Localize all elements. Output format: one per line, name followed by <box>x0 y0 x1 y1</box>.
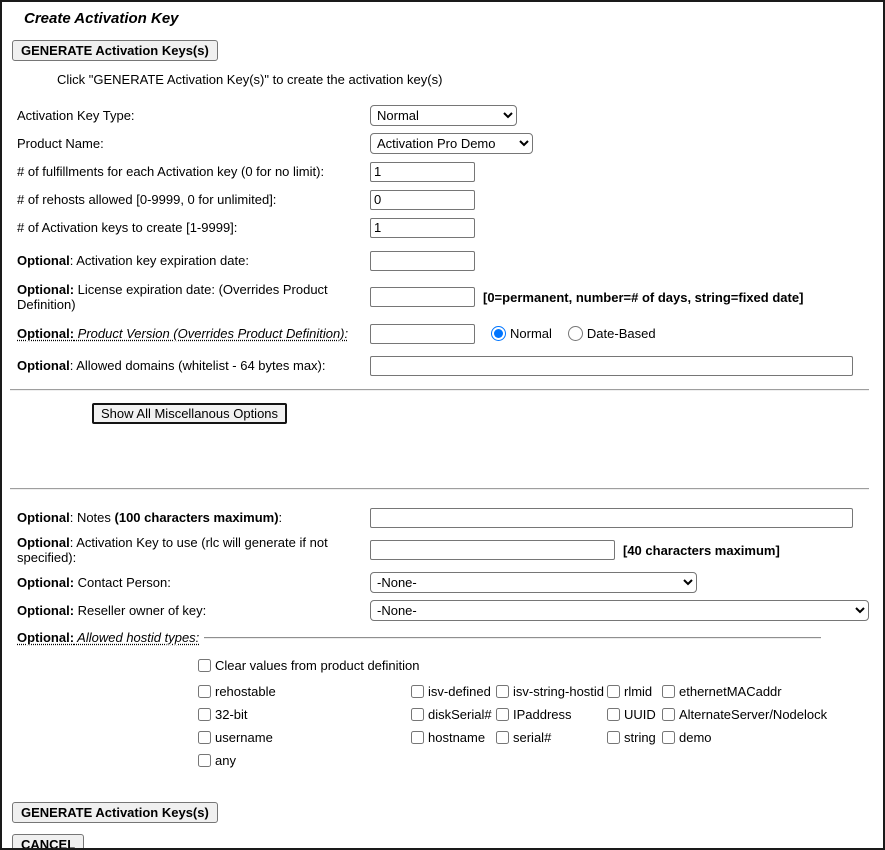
license-expiration-row: Optional: License expiration date: (Over… <box>2 282 883 312</box>
hostid-username-option: username <box>198 726 411 749</box>
main-options-section: Activation Key Type: Normal Product Name… <box>2 105 883 376</box>
hostid-isv-defined-checkbox[interactable] <box>411 685 424 698</box>
page-title: Create Activation Key <box>24 10 883 27</box>
hostid-hostname-checkbox[interactable] <box>411 731 424 744</box>
num-keys-label: # of Activation keys to create [1-9999]: <box>17 220 370 235</box>
notes-row: Optional: Notes (100 characters maximum)… <box>2 507 883 528</box>
notes-label: Optional: Notes (100 characters maximum)… <box>17 510 370 525</box>
hostid-username-checkbox[interactable] <box>198 731 211 744</box>
license-expiration-label: Optional: License expiration date: (Over… <box>17 282 370 312</box>
key-expiration-label: Optional: Activation key expiration date… <box>17 253 370 268</box>
product-version-input[interactable] <box>370 324 475 344</box>
separator-bottom <box>10 488 869 490</box>
license-expiration-note: [0=permanent, number=# of days, string=f… <box>483 290 803 305</box>
hostid-diskserial-checkbox[interactable] <box>411 708 424 721</box>
hostid-ethernetmacaddr-option: ethernetMACaddr <box>662 680 883 703</box>
fulfillments-label: # of fulfillments for each Activation ke… <box>17 164 370 179</box>
hostid-serial-option: serial# <box>496 726 607 749</box>
hostid-uuid-checkbox[interactable] <box>607 708 620 721</box>
hostid-diskserial-option: diskSerial# <box>411 703 496 726</box>
create-activation-key-page: Create Activation Key GENERATE Activatio… <box>0 0 885 850</box>
hostid-rlmid-checkbox[interactable] <box>607 685 620 698</box>
activation-key-to-use-input[interactable] <box>370 540 615 560</box>
hostid-types-row: Optional: Allowed hostid types: <box>2 628 883 646</box>
product-version-row: Optional: Product Version (Overrides Pro… <box>2 323 883 344</box>
hostid-ipaddress-checkbox[interactable] <box>496 708 509 721</box>
hostid-serial-checkbox[interactable] <box>496 731 509 744</box>
version-type-radio-group: Normal Date-Based <box>491 326 672 341</box>
cancel-button[interactable]: CANCEL <box>12 834 84 850</box>
hostid-types-label: Optional: Allowed hostid types: <box>17 630 199 645</box>
activation-key-to-use-label: Optional: Activation Key to use (rlc wil… <box>17 535 370 565</box>
hostid-divider-line <box>204 637 821 639</box>
hostid-any-label: any <box>215 753 236 768</box>
hostid-clear-values-label: Clear values from product definition <box>215 658 420 673</box>
num-keys-input[interactable] <box>370 218 475 238</box>
contact-person-row: Optional: Contact Person: -None- <box>2 572 883 593</box>
contact-person-label: Optional: Contact Person: <box>17 575 370 590</box>
hostid-string-option: string <box>607 726 662 749</box>
activation-key-to-use-row: Optional: Activation Key to use (rlc wil… <box>2 535 883 565</box>
hostid-uuid-option: UUID <box>607 703 662 726</box>
reseller-label: Optional: Reseller owner of key: <box>17 603 370 618</box>
optional-options-section: Optional: Notes (100 characters maximum)… <box>2 507 883 772</box>
num-keys-row: # of Activation keys to create [1-9999]: <box>2 217 883 238</box>
key-expiration-row: Optional: Activation key expiration date… <box>2 250 883 271</box>
hostid-demo-option: demo <box>662 726 883 749</box>
generate-keys-button-bottom[interactable]: GENERATE Activation Keys(s) <box>12 802 218 823</box>
contact-person-select[interactable]: -None- <box>370 572 697 593</box>
hostid-32bit-checkbox[interactable] <box>198 708 211 721</box>
hostid-ethernetmacaddr-checkbox[interactable] <box>662 685 675 698</box>
hostid-32bit-option: 32-bit <box>198 703 411 726</box>
version-normal-radio[interactable] <box>491 326 506 341</box>
fulfillments-input[interactable] <box>370 162 475 182</box>
key-expiration-input[interactable] <box>370 251 475 271</box>
version-datebased-label: Date-Based <box>587 326 656 341</box>
hostid-any-checkbox[interactable] <box>198 754 211 767</box>
rehosts-label: # of rehosts allowed [0-9999, 0 for unli… <box>17 192 370 207</box>
activation-key-type-select[interactable]: Normal <box>370 105 517 126</box>
hostid-isv-defined-option: isv-defined <box>411 680 496 703</box>
hostid-clear-values-option: Clear values from product definition <box>198 654 883 677</box>
fulfillments-row: # of fulfillments for each Activation ke… <box>2 161 883 182</box>
show-misc-options-button[interactable]: Show All Miscellanous Options <box>92 403 287 424</box>
hostid-alternateserver-nodelock-option: AlternateServer/Nodelock <box>662 703 883 726</box>
generate-keys-button-top[interactable]: GENERATE Activation Keys(s) <box>12 40 218 61</box>
hostid-isv-string-hostid-checkbox[interactable] <box>496 685 509 698</box>
hostid-checkbox-grid: rehostable isv-defined isv-string-hostid… <box>198 680 883 749</box>
hostid-any-option: any <box>198 749 883 772</box>
notes-input[interactable] <box>370 508 853 528</box>
hostid-alternateserver-nodelock-checkbox[interactable] <box>662 708 675 721</box>
license-expiration-input[interactable] <box>370 287 475 307</box>
product-name-select[interactable]: Activation Pro Demo <box>370 133 533 154</box>
allowed-domains-row: Optional: Allowed domains (whitelist - 6… <box>2 355 883 376</box>
product-version-label: Optional: Product Version (Overrides Pro… <box>17 326 370 341</box>
reseller-row: Optional: Reseller owner of key: -None- <box>2 600 883 621</box>
allowed-domains-input[interactable] <box>370 356 853 376</box>
allowed-domains-label: Optional: Allowed domains (whitelist - 6… <box>17 358 370 373</box>
rehosts-input[interactable] <box>370 190 475 210</box>
hostid-isv-string-hostid-option: isv-string-hostid <box>496 680 607 703</box>
separator-top <box>10 389 869 391</box>
hostid-rehostable-checkbox[interactable] <box>198 685 211 698</box>
hostid-clear-values-checkbox[interactable] <box>198 659 211 672</box>
generate-hint-text: Click "GENERATE Activation Key(s)" to cr… <box>57 72 883 87</box>
reseller-select[interactable]: -None- <box>370 600 869 621</box>
hostid-rlmid-option: rlmid <box>607 680 662 703</box>
version-normal-label: Normal <box>510 326 552 341</box>
hostid-string-checkbox[interactable] <box>607 731 620 744</box>
hostid-rehostable-option: rehostable <box>198 680 411 703</box>
rehosts-row: # of rehosts allowed [0-9999, 0 for unli… <box>2 189 883 210</box>
hostid-hostname-option: hostname <box>411 726 496 749</box>
activation-key-type-row: Activation Key Type: Normal <box>2 105 883 126</box>
hostid-demo-checkbox[interactable] <box>662 731 675 744</box>
activation-key-type-label: Activation Key Type: <box>17 108 370 123</box>
product-name-row: Product Name: Activation Pro Demo <box>2 133 883 154</box>
hostid-checkbox-area: Clear values from product definition reh… <box>198 654 883 772</box>
version-datebased-radio[interactable] <box>568 326 583 341</box>
activation-key-note: [40 characters maximum] <box>623 543 780 558</box>
product-name-label: Product Name: <box>17 136 370 151</box>
hostid-ipaddress-option: IPaddress <box>496 703 607 726</box>
